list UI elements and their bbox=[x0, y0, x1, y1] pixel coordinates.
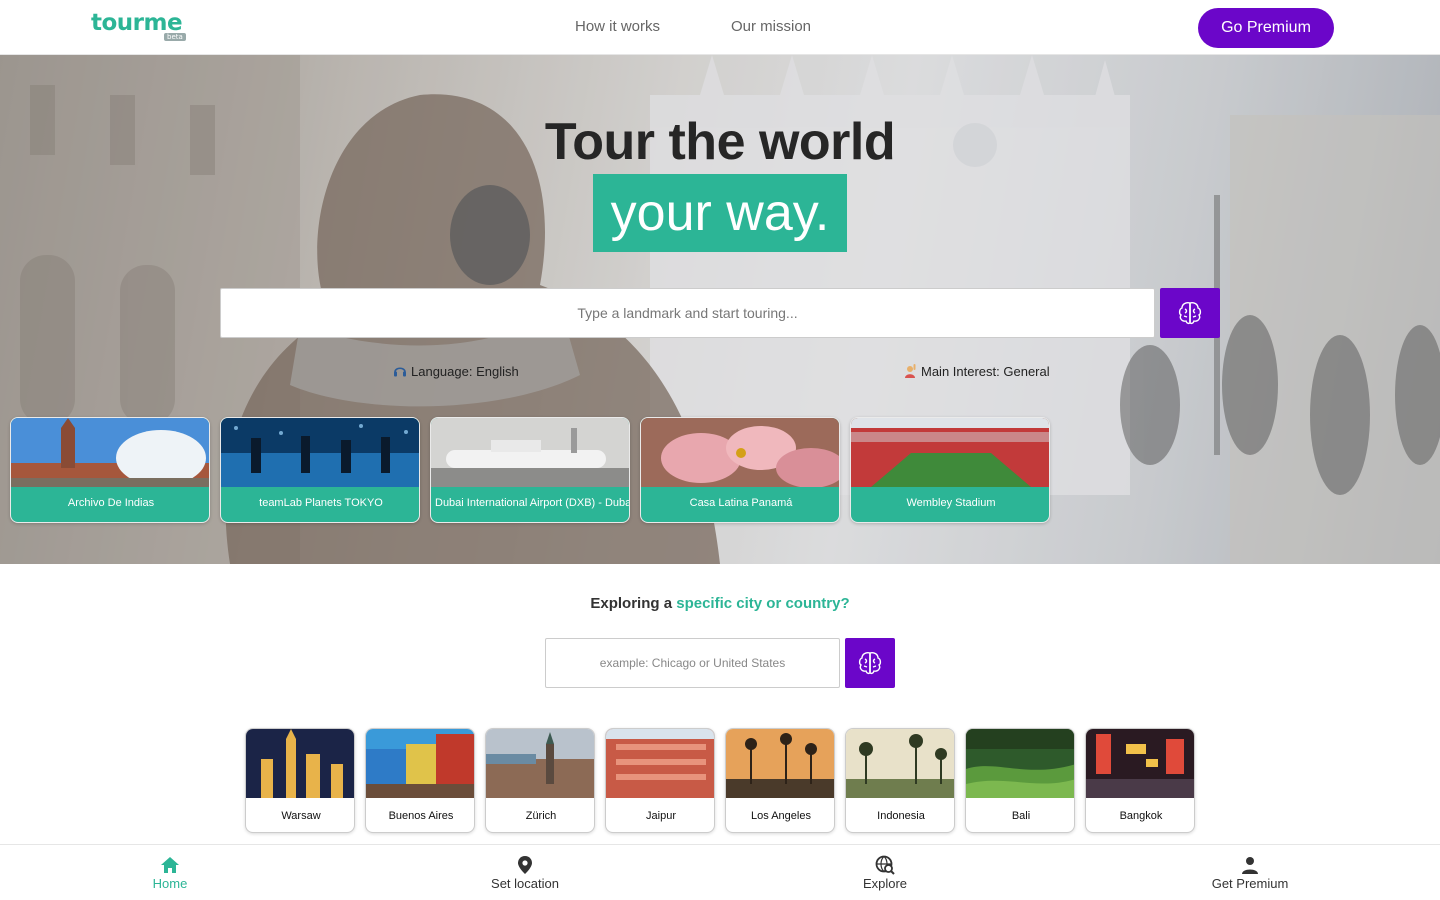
landmark-card-archivo-de-indias[interactable]: Archivo De Indias bbox=[10, 417, 210, 523]
explore-heading: Exploring a specific city or country? bbox=[0, 595, 1440, 613]
bottom-nav-get-premium[interactable]: Get Premium bbox=[1180, 853, 1320, 892]
ai-search-button[interactable] bbox=[1160, 288, 1220, 338]
bottom-nav-explore[interactable]: Explore bbox=[815, 853, 955, 892]
home-icon bbox=[161, 857, 179, 873]
landmark-image bbox=[221, 418, 419, 487]
beta-badge: beta bbox=[164, 33, 186, 41]
interest-label: Main Interest: General bbox=[921, 364, 1050, 379]
user-icon bbox=[1242, 857, 1258, 874]
city-card-bangkok[interactable]: Bangkok bbox=[1085, 728, 1195, 833]
city-image bbox=[606, 729, 714, 798]
headphones-icon bbox=[394, 367, 406, 377]
city-name: Buenos Aires bbox=[388, 810, 454, 822]
city-search-button[interactable] bbox=[845, 638, 895, 688]
nav-our-mission[interactable]: Our mission bbox=[731, 18, 811, 36]
city-card-jaipur[interactable]: Jaipur bbox=[605, 728, 715, 833]
city-name: Jaipur bbox=[646, 810, 676, 822]
landmark-card-casa-latina-panama[interactable]: Casa Latina Panamá bbox=[640, 417, 840, 523]
city-image bbox=[246, 729, 354, 798]
city-name: Bangkok bbox=[1119, 810, 1163, 822]
explore-heading-accent: specific city or country? bbox=[676, 595, 850, 612]
bottom-nav-label: Home bbox=[152, 876, 188, 891]
landmark-image bbox=[11, 418, 209, 487]
city-image bbox=[366, 729, 474, 798]
city-card-bali[interactable]: Bali bbox=[965, 728, 1075, 833]
bottom-navigation: Home Set location Explore Get Premium bbox=[0, 844, 1440, 900]
interest-selector[interactable]: Main Interest: General bbox=[903, 364, 1050, 380]
landmark-card-teamlab-planets[interactable]: teamLab Planets TOKYO bbox=[220, 417, 420, 523]
landmark-name: teamLab Planets TOKYO bbox=[259, 497, 383, 509]
language-selector[interactable]: Language: English bbox=[393, 364, 519, 380]
city-image bbox=[846, 729, 954, 798]
landmark-card-dubai-airport[interactable]: Dubai International Airport (DXB) - Duba… bbox=[430, 417, 630, 523]
city-image bbox=[1086, 729, 1194, 798]
city-country-input[interactable] bbox=[545, 638, 840, 688]
bottom-nav-home[interactable]: Home bbox=[100, 853, 240, 892]
bottom-nav-set-location[interactable]: Set location bbox=[455, 853, 595, 892]
location-pin-icon bbox=[518, 856, 532, 874]
city-image bbox=[966, 729, 1074, 798]
top-header: tourme beta How it works Our mission Go … bbox=[0, 0, 1440, 55]
hero-section: Tour the world your way. Language: Engli… bbox=[0, 55, 1440, 564]
landmark-image bbox=[851, 418, 1049, 487]
city-image bbox=[726, 729, 834, 798]
city-image bbox=[486, 729, 594, 798]
nav-how-it-works[interactable]: How it works bbox=[575, 18, 660, 36]
city-name: Warsaw bbox=[281, 810, 321, 822]
city-card-buenos-aires[interactable]: Buenos Aires bbox=[365, 728, 475, 833]
city-name: Zürich bbox=[525, 810, 557, 822]
person-raising-hand-icon bbox=[905, 364, 916, 378]
go-premium-button[interactable]: Go Premium bbox=[1198, 8, 1334, 48]
landmark-name: Casa Latina Panamá bbox=[689, 497, 793, 509]
bottom-nav-label: Explore bbox=[862, 876, 908, 891]
brain-icon bbox=[1178, 302, 1202, 325]
landmark-name: Dubai International Airport (DXB) - Duba… bbox=[435, 497, 630, 509]
brain-icon bbox=[858, 652, 882, 675]
landmark-image bbox=[431, 418, 629, 487]
city-card-zurich[interactable]: Zürich bbox=[485, 728, 595, 833]
landmark-name: Wembley Stadium bbox=[906, 497, 996, 509]
landmark-search-input[interactable] bbox=[220, 288, 1155, 338]
city-name: Los Angeles bbox=[751, 810, 811, 822]
city-card-warsaw[interactable]: Warsaw bbox=[245, 728, 355, 833]
globe-search-icon bbox=[875, 855, 895, 875]
landmark-name: Archivo De Indias bbox=[67, 497, 155, 509]
hero-title: Tour the world bbox=[544, 113, 896, 171]
bottom-nav-label: Get Premium bbox=[1211, 876, 1289, 891]
explore-heading-prefix: Exploring a bbox=[590, 595, 673, 612]
city-card-los-angeles[interactable]: Los Angeles bbox=[725, 728, 835, 833]
city-card-indonesia[interactable]: Indonesia bbox=[845, 728, 955, 833]
hero-highlight: your way. bbox=[593, 174, 847, 252]
city-name: Indonesia bbox=[877, 810, 925, 822]
landmark-card-wembley-stadium[interactable]: Wembley Stadium bbox=[850, 417, 1050, 523]
bottom-nav-label: Set location bbox=[491, 876, 559, 891]
landmark-image bbox=[641, 418, 839, 487]
city-name: Bali bbox=[1011, 810, 1031, 822]
language-label: Language: English bbox=[411, 364, 519, 379]
